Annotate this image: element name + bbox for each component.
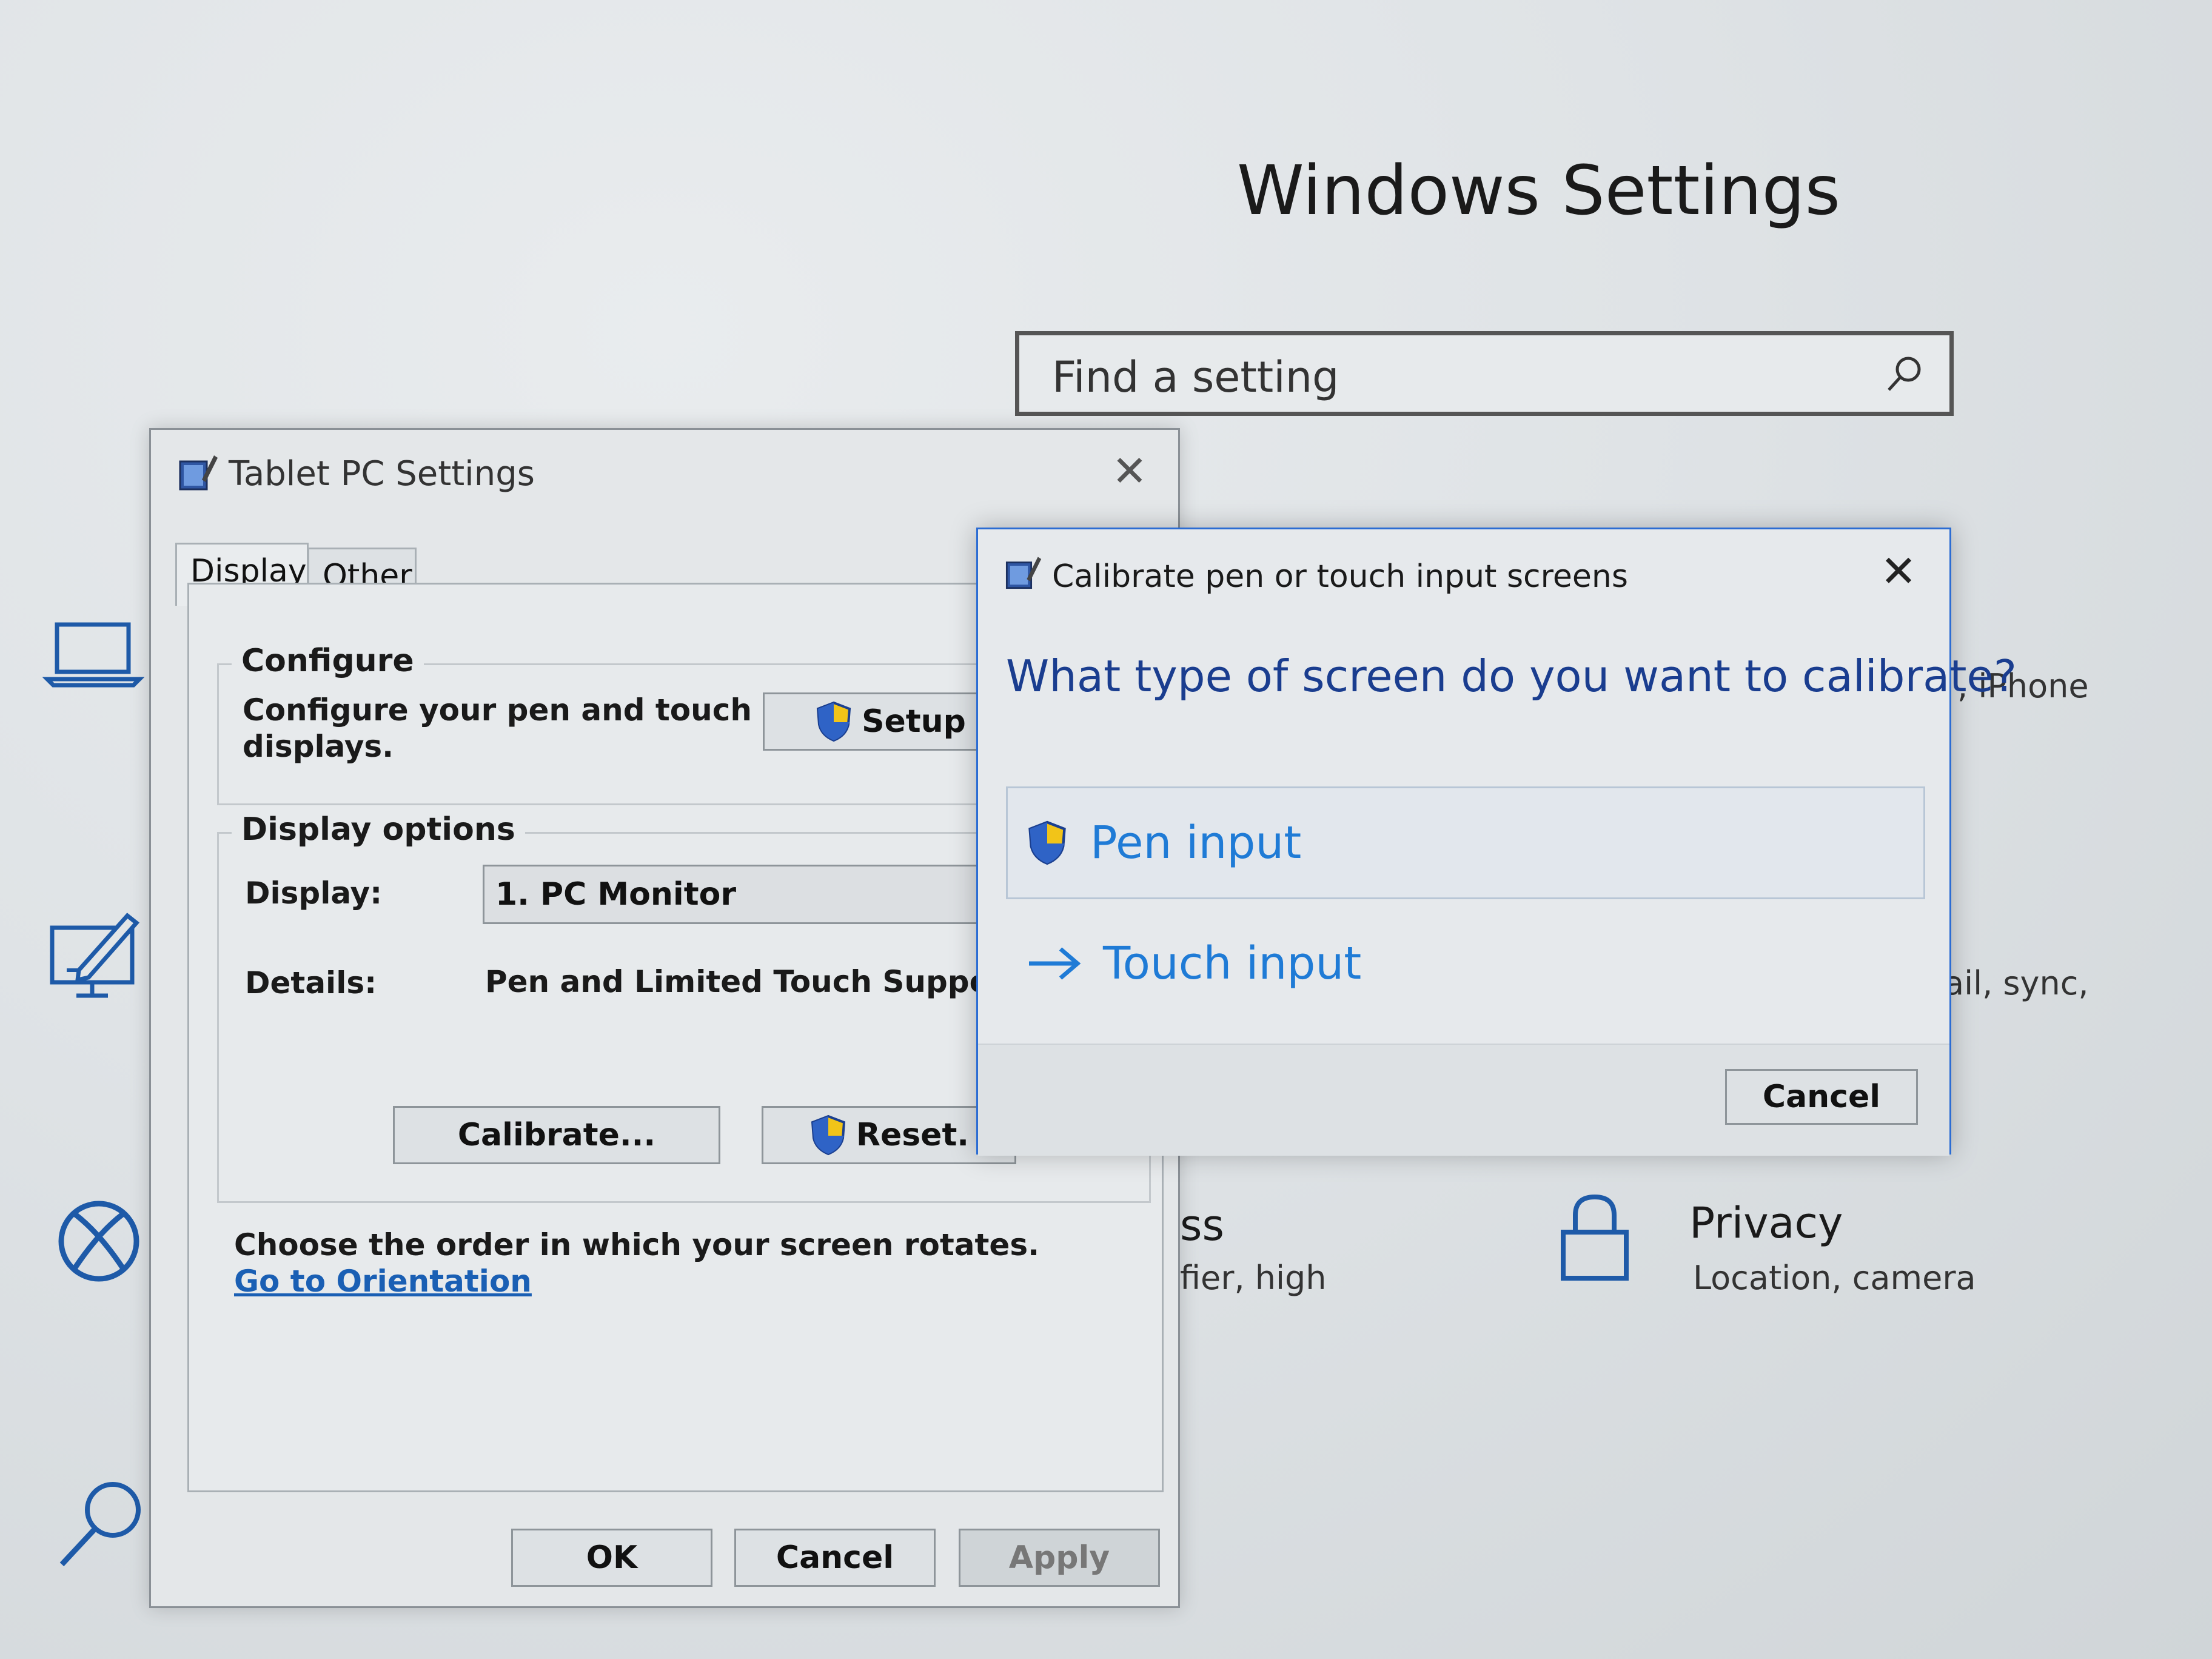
calibrate-footer: Cancel <box>978 1044 1949 1156</box>
accounts-tile-desc: ail, sync, <box>1944 964 2089 1002</box>
tablet-pc-icon <box>1005 557 1042 589</box>
uac-shield-icon <box>811 1114 846 1156</box>
settings-title: Windows Settings <box>1237 152 1840 230</box>
search-placeholder: Find a setting <box>1052 352 1339 402</box>
calibrate-title: Calibrate pen or touch input screens <box>1052 558 1628 595</box>
laptop-icon[interactable] <box>42 606 146 709</box>
close-icon[interactable]: ✕ <box>1874 548 1923 596</box>
display-options-legend: Display options <box>232 811 525 848</box>
tablet-pc-titlebar[interactable]: Tablet PC Settings ✕ <box>151 430 1178 521</box>
privacy-tile-title[interactable]: Privacy <box>1689 1198 1843 1248</box>
xbox-icon[interactable] <box>47 1190 150 1293</box>
setup-label: Setup <box>862 703 966 740</box>
uac-shield-icon <box>1028 820 1066 865</box>
configure-description-2: displays. <box>243 729 394 764</box>
cancel-button[interactable]: Cancel <box>734 1529 936 1587</box>
apply-button[interactable]: Apply <box>959 1529 1160 1587</box>
calibrate-question: What type of screen do you want to calib… <box>1006 651 2017 702</box>
go-to-orientation-link[interactable]: Go to Orientation <box>234 1264 532 1299</box>
search-icon[interactable] <box>52 1473 155 1577</box>
configure-description: Configure your pen and touch <box>243 692 752 728</box>
privacy-tile-desc: Location, camera <box>1693 1259 1976 1297</box>
uac-shield-icon <box>816 701 851 742</box>
pen-display-icon[interactable] <box>42 903 146 1007</box>
calibrate-button[interactable]: Calibrate... <box>393 1106 720 1164</box>
search-input[interactable]: Find a setting <box>1015 331 1954 416</box>
calibrate-dialog: Calibrate pen or touch input screens ✕ W… <box>976 528 2017 1156</box>
close-icon[interactable]: ✕ <box>1105 447 1154 495</box>
ease-tile-title: ss <box>1180 1201 1224 1250</box>
details-label: Details: <box>245 965 377 1000</box>
ease-tile-desc: fier, high <box>1180 1259 1327 1297</box>
lock-icon[interactable] <box>1552 1188 1637 1285</box>
pen-input-label: Pen input <box>1090 817 1302 869</box>
details-value: Pen and Limited Touch Support <box>485 964 1020 999</box>
orientation-text: Choose the order in which your screen ro… <box>234 1227 1040 1262</box>
tablet-pc-icon <box>179 455 218 491</box>
arrow-right-icon <box>1029 947 1081 980</box>
reset-label: Reset. <box>856 1117 970 1153</box>
calibrate-cancel-button[interactable]: Cancel <box>1725 1069 1918 1125</box>
pen-input-option[interactable]: Pen input <box>1006 786 1925 899</box>
ok-button[interactable]: OK <box>511 1529 712 1587</box>
touch-input-option[interactable]: Touch input <box>1006 909 1925 1018</box>
tablet-pc-title: Tablet PC Settings <box>229 454 535 494</box>
search-icon[interactable] <box>1883 354 1925 396</box>
configure-legend: Configure <box>232 643 424 679</box>
touch-input-label: Touch input <box>1103 937 1362 990</box>
display-label: Display: <box>245 876 383 911</box>
